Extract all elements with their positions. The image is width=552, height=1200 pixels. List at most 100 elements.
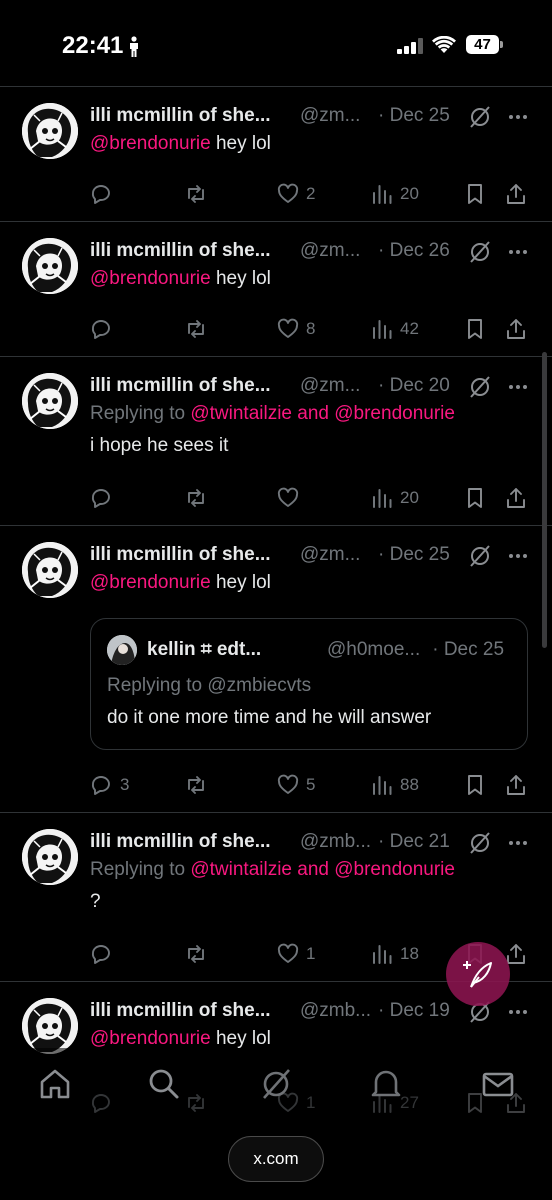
- bookmark-button[interactable]: [463, 483, 487, 513]
- more-options-icon[interactable]: [506, 1000, 530, 1024]
- repost-button[interactable]: [184, 314, 208, 344]
- bookmark-button[interactable]: [463, 314, 487, 344]
- repost-button[interactable]: [184, 770, 208, 800]
- views-count: 42: [400, 319, 419, 338]
- grok-icon[interactable]: [258, 1066, 294, 1102]
- tweet-text: i hope he sees it: [90, 435, 229, 456]
- tweet-actions: 20: [0, 483, 552, 513]
- bookmark-icon: [463, 486, 487, 510]
- avatar[interactable]: [22, 103, 78, 159]
- views-button[interactable]: 20: [370, 483, 419, 513]
- reply-button[interactable]: 3: [90, 770, 129, 800]
- display-name[interactable]: illi mcmillin of she...: [90, 831, 271, 853]
- home-icon[interactable]: [37, 1066, 73, 1102]
- tweet[interactable]: illi mcmillin of she... @zm... · Dec 26 @br…: [0, 221, 552, 357]
- replying-to-users[interactable]: @twintailzie and @brendonurie: [190, 403, 455, 424]
- repost-button[interactable]: [184, 179, 208, 209]
- display-name[interactable]: illi mcmillin of she...: [90, 105, 271, 127]
- like-button[interactable]: 5: [276, 770, 315, 800]
- share-icon: [504, 317, 528, 341]
- share-button[interactable]: [504, 483, 528, 513]
- avatar[interactable]: [22, 829, 78, 885]
- like-button[interactable]: 1: [276, 939, 315, 969]
- more-options-icon[interactable]: [506, 544, 530, 568]
- tweet[interactable]: illi mcmillin of she... @zm... · Dec 25 @br…: [0, 86, 552, 222]
- display-name[interactable]: illi mcmillin of she...: [90, 375, 271, 397]
- more-options-icon[interactable]: [506, 105, 530, 129]
- grok-icon[interactable]: [468, 240, 492, 264]
- grok-icon[interactable]: [468, 831, 492, 855]
- bookmark-icon: [463, 773, 487, 797]
- scrollbar[interactable]: [542, 352, 547, 648]
- views-button[interactable]: 18: [370, 939, 419, 969]
- display-name[interactable]: illi mcmillin of she...: [90, 1000, 271, 1022]
- views-count: 20: [400, 184, 419, 203]
- handle[interactable]: @zmb...: [300, 1000, 371, 1022]
- handle[interactable]: @zmb...: [300, 831, 371, 853]
- mention-link[interactable]: @brendonurie: [90, 1028, 211, 1049]
- reply-button[interactable]: [90, 939, 120, 969]
- url-pill[interactable]: x.com: [228, 1136, 324, 1182]
- like-button[interactable]: 8: [276, 314, 315, 344]
- reply-button[interactable]: [90, 483, 120, 513]
- reply-count: 3: [120, 775, 130, 794]
- notifications-icon[interactable]: [368, 1066, 404, 1102]
- search-icon[interactable]: [146, 1066, 182, 1102]
- bookmark-icon: [463, 317, 487, 341]
- post-date[interactable]: · Dec 25: [378, 105, 450, 127]
- avatar[interactable]: [22, 542, 78, 598]
- mention-link[interactable]: @brendonurie: [90, 572, 211, 593]
- handle[interactable]: @zm...: [300, 375, 360, 397]
- bookmark-button[interactable]: [463, 179, 487, 209]
- tweet[interactable]: illi mcmillin of she... @zm... · Dec 25 @br…: [0, 525, 552, 813]
- quote-date: · Dec 25: [432, 639, 505, 660]
- avatar[interactable]: [22, 373, 78, 429]
- post-date[interactable]: · Dec 20: [378, 375, 450, 397]
- repost-icon: [184, 773, 208, 797]
- more-options-icon[interactable]: [506, 831, 530, 855]
- share-button[interactable]: [504, 770, 528, 800]
- share-button[interactable]: [504, 314, 528, 344]
- post-date[interactable]: · Dec 26: [378, 240, 450, 262]
- handle[interactable]: @zm...: [300, 240, 360, 262]
- handle[interactable]: @zm...: [300, 544, 360, 566]
- display-name[interactable]: illi mcmillin of she...: [90, 544, 271, 566]
- repost-button[interactable]: [184, 483, 208, 513]
- views-button[interactable]: 20: [370, 179, 419, 209]
- more-options-icon[interactable]: [506, 240, 530, 264]
- tweet[interactable]: illi mcmillin of she... @zm... · Dec 20 Rep…: [0, 356, 552, 526]
- display-name[interactable]: illi mcmillin of she...: [90, 240, 271, 262]
- mention-link[interactable]: @brendonurie: [90, 133, 211, 154]
- avatar[interactable]: [22, 238, 78, 294]
- replying-to: Replying to @twintailzie and @brendonuri…: [90, 403, 455, 425]
- more-options-icon[interactable]: [506, 375, 530, 399]
- grok-icon[interactable]: [468, 544, 492, 568]
- replying-to: Replying to @twintailzie and @brendonuri…: [90, 859, 455, 881]
- reply-button[interactable]: [90, 179, 120, 209]
- quoted-tweet[interactable]: kellin ⌗ edt... @h0moe... · Dec 25 Replying…: [90, 618, 528, 750]
- mention-link[interactable]: @brendonurie: [90, 268, 211, 289]
- bookmark-icon: [463, 182, 487, 206]
- messages-icon[interactable]: [480, 1066, 516, 1102]
- post-date[interactable]: · Dec 25: [378, 544, 450, 566]
- views-count: 20: [400, 488, 419, 507]
- views-button[interactable]: 88: [370, 770, 419, 800]
- like-button[interactable]: 2: [276, 179, 315, 209]
- bookmark-button[interactable]: [463, 770, 487, 800]
- repost-button[interactable]: [184, 939, 208, 969]
- post-date[interactable]: · Dec 21: [378, 831, 450, 853]
- replying-to-users[interactable]: @twintailzie and @brendonurie: [190, 859, 455, 880]
- views-count: 18: [400, 944, 419, 963]
- views-button[interactable]: 42: [370, 314, 419, 344]
- grok-icon[interactable]: [468, 105, 492, 129]
- compose-post-button[interactable]: [446, 942, 510, 1006]
- reply-button[interactable]: [90, 314, 120, 344]
- like-button[interactable]: [276, 483, 306, 513]
- grok-icon[interactable]: [468, 375, 492, 399]
- handle[interactable]: @zm...: [300, 105, 360, 127]
- avatar[interactable]: [22, 998, 78, 1054]
- repost-icon: [184, 942, 208, 966]
- share-button[interactable]: [504, 179, 528, 209]
- tweet-actions: 8 42: [0, 314, 552, 344]
- post-date[interactable]: · Dec 19: [378, 1000, 450, 1022]
